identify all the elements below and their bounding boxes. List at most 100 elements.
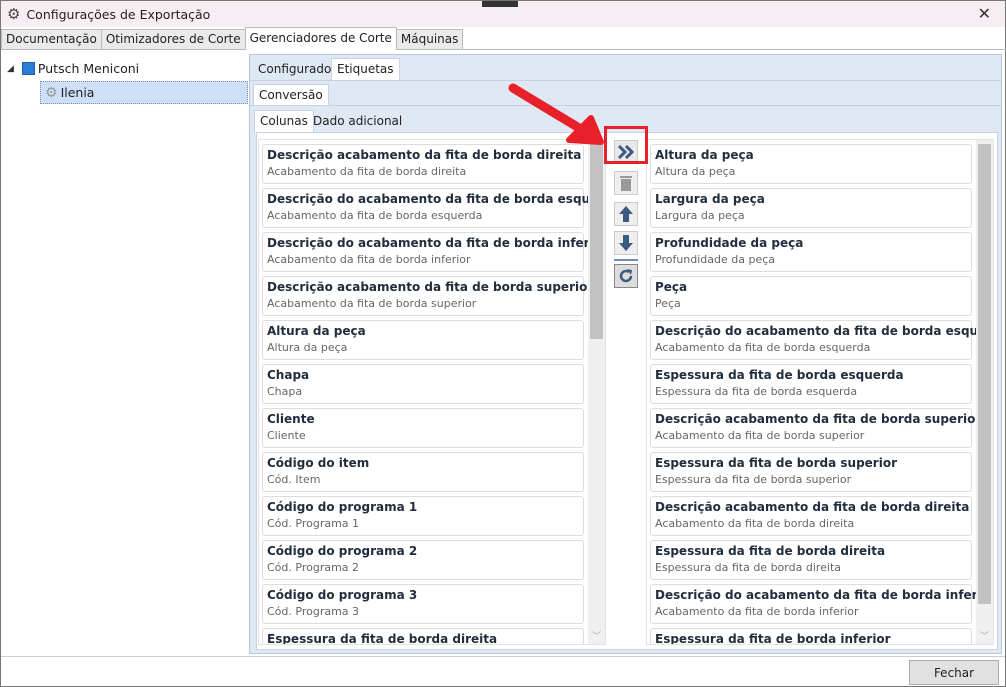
list-item[interactable]: Código do programa 1 Cód. Programa 1	[262, 496, 584, 536]
item-subtitle: Acabamento da fita de borda superior	[655, 429, 865, 442]
list-item[interactable]: Peça Peça	[650, 276, 972, 316]
list-item[interactable]: Espessura da fita de borda superior Espes…	[650, 452, 972, 492]
reset-button[interactable]	[614, 264, 638, 288]
scrollbar-thumb[interactable]	[590, 144, 603, 339]
item-subtitle: Profundidade da peça	[655, 253, 776, 266]
list-item[interactable]: Altura da peça Altura da peça	[262, 320, 584, 360]
list-item[interactable]: Espessura da fita de borda inferior	[650, 628, 972, 645]
expand-icon[interactable]: ◢	[7, 64, 14, 74]
item-title: Espessura da fita de borda esquerda	[655, 368, 904, 382]
close-button[interactable]: Fechar	[909, 660, 999, 685]
gear-icon: ⚙	[7, 5, 21, 23]
item-subtitle: Acabamento da fita de borda inferior	[267, 253, 471, 266]
item-title: Código do programa 3	[267, 588, 418, 602]
tree-node-ilenia[interactable]: ⚙ Ilenia	[40, 81, 248, 104]
list-item[interactable]: Código do programa 2 Cód. Programa 2	[262, 540, 584, 580]
window-notch	[482, 1, 518, 7]
item-subtitle: Cód. Programa 1	[267, 517, 360, 530]
chevron-down-icon[interactable]: ﹀	[980, 629, 989, 642]
tab-colunas[interactable]: Colunas	[254, 110, 314, 132]
tree-view: ◢ Putsch Meniconi ⚙ Ilenia	[1, 51, 249, 654]
main-tabs: Documentação Otimizadores de Corte Geren…	[1, 27, 464, 50]
item-title: Altura da peça	[267, 324, 366, 338]
item-subtitle: Altura da peça	[267, 341, 348, 354]
item-subtitle: Espessura da fita de borda superior	[655, 473, 852, 486]
tree-child-label: Ilenia	[60, 85, 95, 100]
tab-dado-adicional[interactable]: Dado adicional	[308, 111, 407, 133]
list-item[interactable]: Espessura da fita de borda esquerda Espes…	[650, 364, 972, 404]
item-title: Profundidade da peça	[655, 236, 804, 250]
list-item[interactable]: Descrição do acabamento da fita de borda…	[262, 188, 606, 228]
item-subtitle: Cód. Item	[267, 473, 321, 486]
item-title: Largura da peça	[655, 192, 765, 206]
item-subtitle: Cliente	[267, 429, 306, 442]
move-up-button[interactable]	[614, 202, 638, 226]
list-item[interactable]: Código do programa 3 Cód. Programa 3	[262, 584, 584, 624]
export-settings-window: ⚙ Configurações de Exportação ✕ Document…	[0, 0, 1006, 687]
item-subtitle: Acabamento da fita de borda inferior	[655, 605, 859, 618]
item-subtitle: Espessura da fita de borda esquerda	[655, 385, 858, 398]
list-item[interactable]: Descrição do acabamento da fita de borda…	[262, 232, 606, 272]
item-title: Código do programa 1	[267, 500, 418, 514]
list-item[interactable]: Chapa Chapa	[262, 364, 584, 404]
tab-conversao[interactable]: Conversão	[253, 84, 329, 106]
item-title: Descrição do acabamento da fita de borda…	[267, 192, 606, 206]
chevron-down-icon[interactable]: ﹀	[592, 629, 601, 642]
list-item[interactable]: Descrição acabamento da fita de borda su…	[262, 276, 594, 316]
item-subtitle: Espessura da fita de borda direita	[655, 561, 842, 574]
item-subtitle: Acabamento da fita de borda direita	[267, 165, 467, 178]
red-arrow-annotation-icon	[508, 83, 604, 145]
item-title: Espessura da fita de borda direita	[267, 632, 498, 645]
move-down-button[interactable]	[614, 231, 638, 255]
list-item[interactable]: Largura da peça Largura da peça	[650, 188, 972, 228]
scrollbar-thumb[interactable]	[978, 144, 991, 604]
tab-documentacao[interactable]: Documentação	[1, 29, 102, 50]
tab-maquinas[interactable]: Máquinas	[395, 29, 464, 50]
item-subtitle: Acabamento da fita de borda direita	[655, 517, 855, 530]
list-item[interactable]: Altura da peça Altura da peça	[650, 144, 972, 184]
list-item[interactable]: Descrição do acabamento da fita de borda…	[650, 584, 994, 624]
window-title: Configurações de Exportação	[26, 6, 211, 22]
list-item[interactable]: Descrição do acabamento da fita de borda…	[650, 320, 993, 360]
tab-gerenciadores[interactable]: Gerenciadores de Corte	[244, 27, 397, 50]
selected-columns-list: Espessura da fita de borda inferior Descr…	[646, 139, 994, 645]
scrollbar[interactable]: ﹀	[588, 140, 605, 644]
list-item[interactable]: Descrição acabamento da fita de borda su…	[650, 408, 982, 448]
list-item[interactable]: Descrição acabamento da fita de borda di…	[650, 496, 972, 536]
item-subtitle: Altura da peça	[655, 165, 736, 178]
item-subtitle: Acabamento da fita de borda superior	[267, 297, 477, 310]
delete-column-button[interactable]	[614, 171, 638, 195]
item-subtitle: Chapa	[267, 385, 303, 398]
trash-icon	[620, 176, 632, 191]
item-subtitle: Acabamento da fita de borda esquerda	[267, 209, 483, 222]
tab-otimizadores[interactable]: Otimizadores de Corte	[100, 29, 246, 50]
refresh-icon	[619, 269, 633, 283]
close-icon[interactable]: ✕	[978, 4, 991, 23]
item-subtitle: Cód. Programa 2	[267, 561, 360, 574]
item-title: Chapa	[267, 368, 310, 382]
item-title: Descrição acabamento da fita de borda su…	[655, 412, 982, 426]
tab-configurador[interactable]: Configurador	[253, 59, 341, 81]
separator	[614, 259, 638, 261]
item-title: Descrição do acabamento da fita de borda…	[655, 588, 994, 602]
list-item[interactable]: Profundidade da peça Profundidade da peça	[650, 232, 972, 272]
item-subtitle: Cód. Programa 3	[267, 605, 360, 618]
item-title: Descrição do acabamento da fita de borda…	[267, 236, 606, 250]
item-title: Peça	[655, 280, 688, 294]
item-title: Código do item	[267, 456, 370, 470]
item-subtitle: Acabamento da fita de borda esquerda	[655, 341, 871, 354]
list-item[interactable]: Espessura da fita de borda direita	[262, 628, 584, 645]
columns-editor: Espessura da fita de borda direita Código…	[256, 132, 998, 650]
tree-node-root[interactable]: ◢ Putsch Meniconi	[7, 61, 139, 76]
tree-root-label: Putsch Meniconi	[37, 61, 140, 76]
list-item[interactable]: Espessura da fita de borda direita Espess…	[650, 540, 972, 580]
tab-etiquetas[interactable]: Etiquetas	[331, 58, 400, 80]
gear-icon: ⚙	[45, 84, 58, 101]
list-item[interactable]: Código do item Cód. Item	[262, 452, 584, 492]
list-item[interactable]: Cliente Cliente	[262, 408, 584, 448]
item-title: Cliente	[267, 412, 315, 426]
scrollbar[interactable]: ﹀	[976, 140, 993, 644]
item-title: Espessura da fita de borda inferior	[655, 632, 891, 645]
item-title: Descrição acabamento da fita de borda su…	[267, 280, 594, 294]
divider	[250, 80, 1001, 81]
